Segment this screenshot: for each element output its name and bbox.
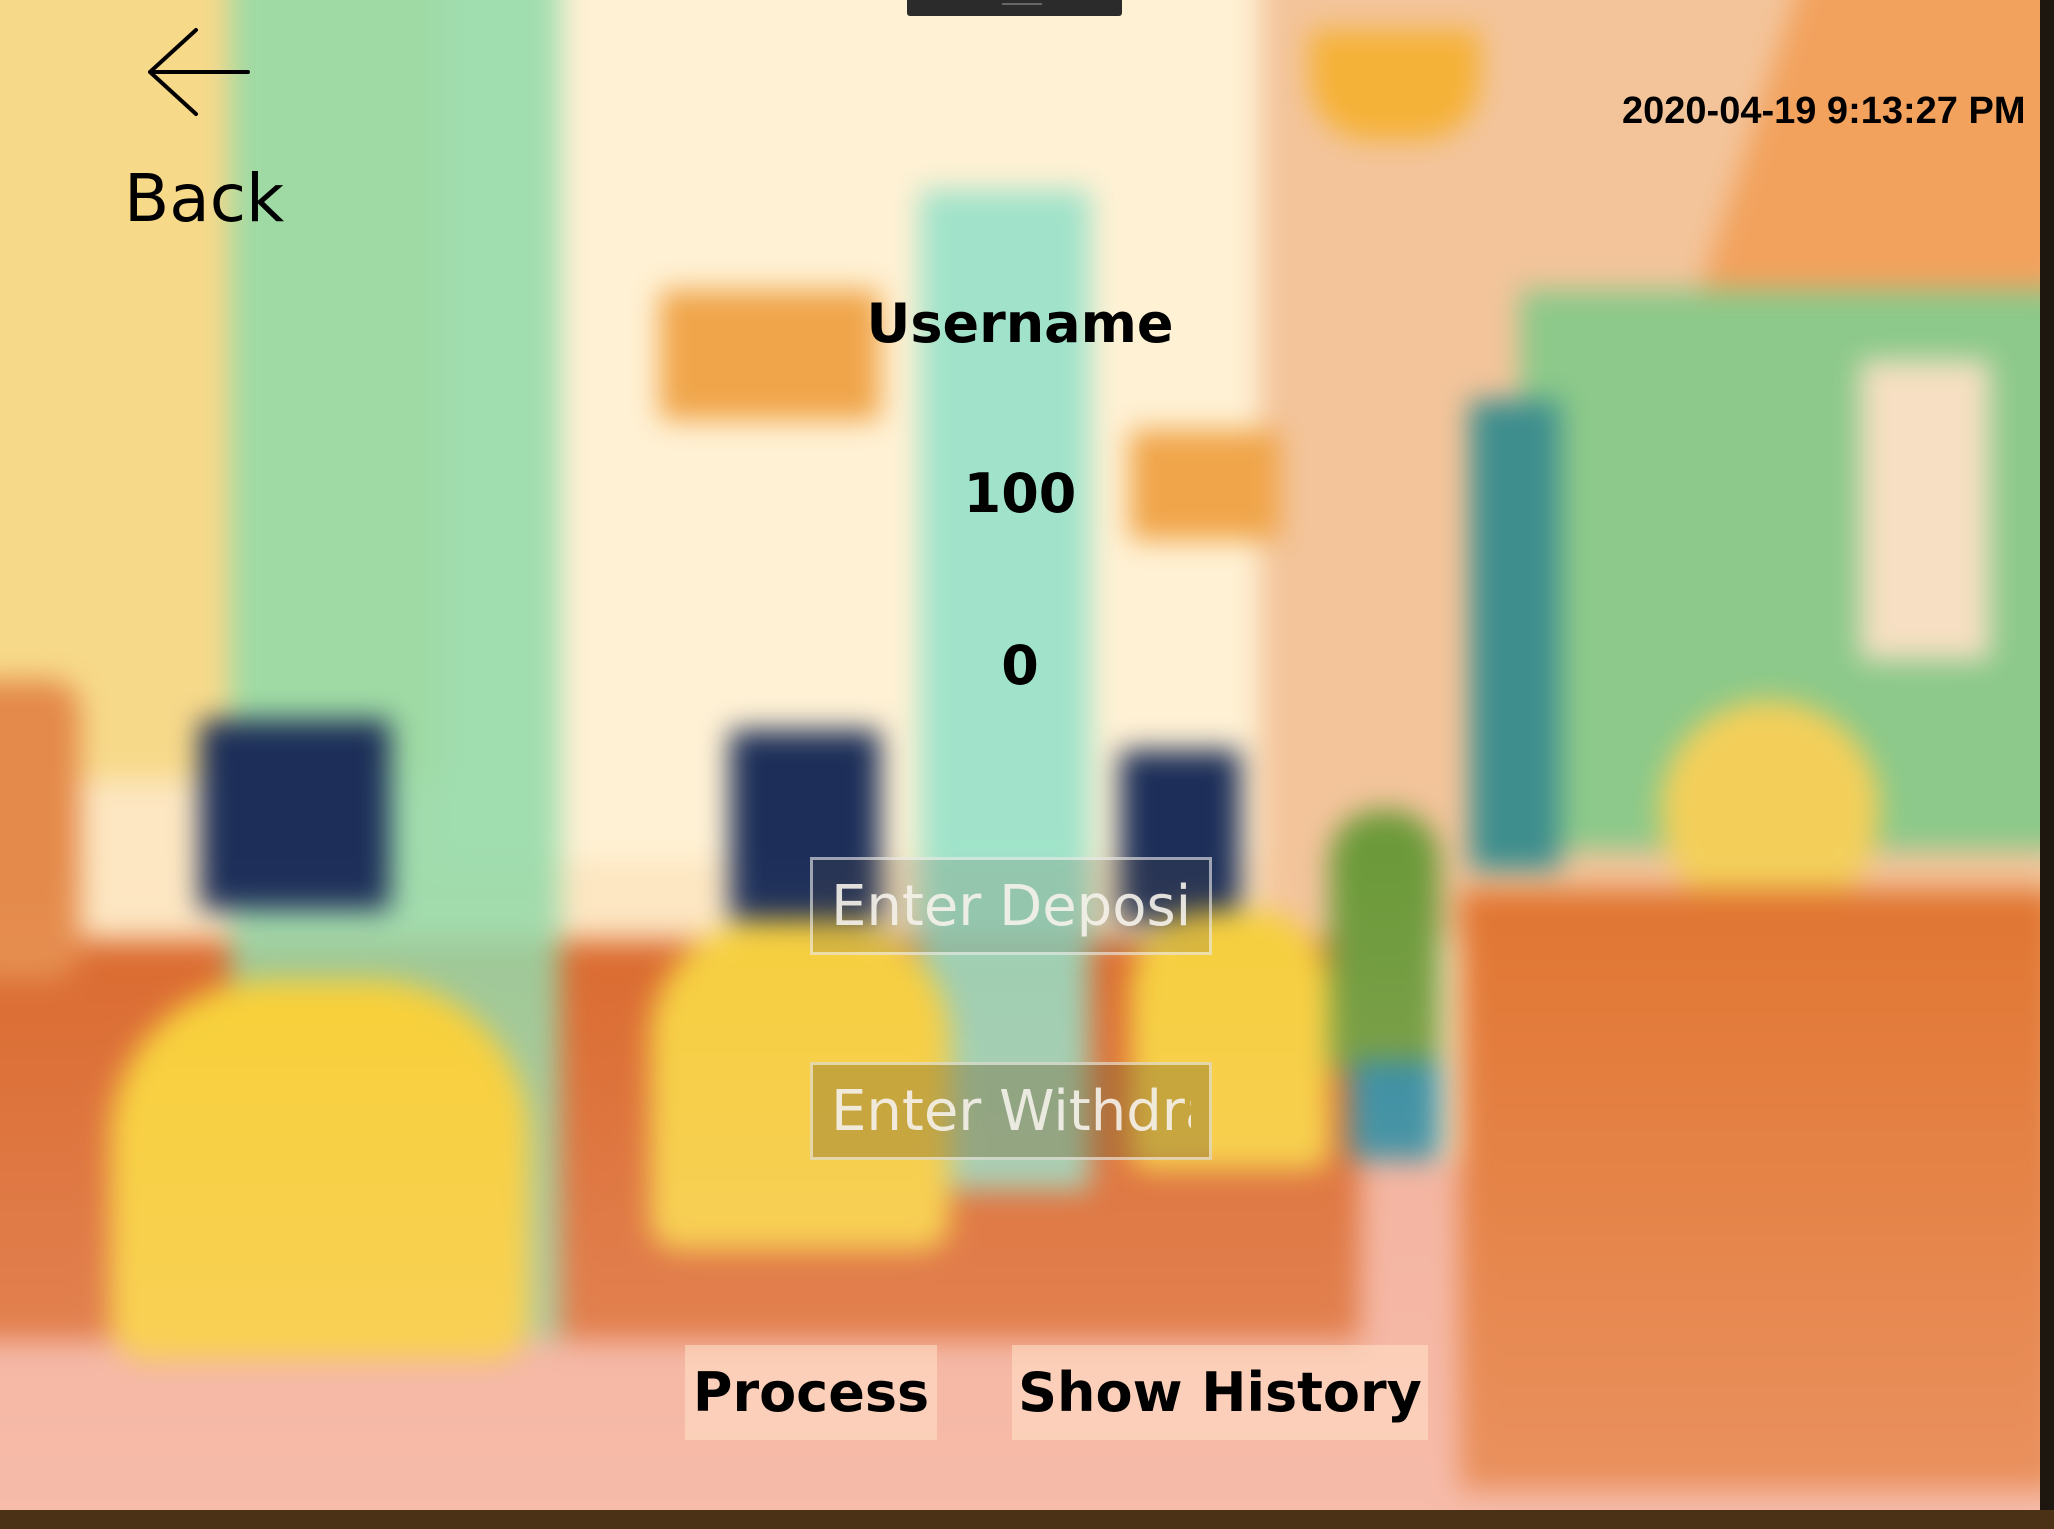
username-label: Username — [866, 292, 1174, 355]
bank-lobby-background-image — [0, 0, 2040, 1510]
window-bottom-edge — [0, 1510, 2054, 1529]
current-datetime: 2020-04-19 9:13:27 PM — [1622, 90, 2026, 132]
back-button[interactable]: Back — [110, 20, 290, 237]
withdraw-amount-input[interactable] — [813, 1065, 1209, 1157]
window-right-edge — [2040, 0, 2054, 1529]
deposit-field-box — [810, 857, 1212, 955]
arrow-left-icon — [148, 28, 250, 116]
amount-value: 0 — [1001, 634, 1039, 697]
back-label: Back — [124, 160, 285, 237]
process-button[interactable]: Process — [685, 1345, 937, 1440]
balance-value: 100 — [963, 462, 1077, 525]
show-history-button[interactable]: Show History — [1012, 1345, 1428, 1440]
deposit-amount-input[interactable] — [813, 860, 1209, 952]
window-drag-handle[interactable] — [907, 0, 1122, 16]
withdraw-field-box — [810, 1062, 1212, 1160]
app-window: Back 2020-04-19 9:13:27 PM Username 100 … — [0, 0, 2040, 1510]
